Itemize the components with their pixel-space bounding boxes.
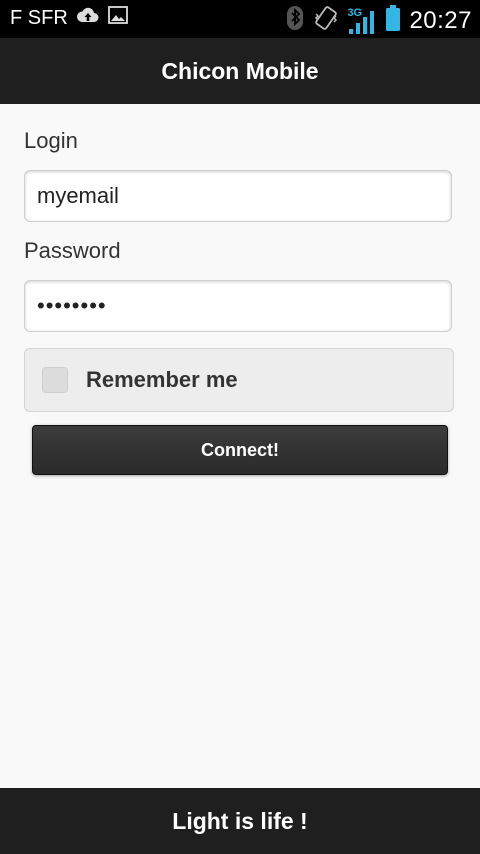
signal-icon: 3G bbox=[347, 7, 377, 35]
bluetooth-icon bbox=[285, 4, 305, 37]
battery-icon bbox=[385, 4, 401, 37]
status-right: 3G 20:27 bbox=[285, 4, 472, 37]
remember-me-label: Remember me bbox=[86, 367, 238, 392]
page-title: Chicon Mobile bbox=[161, 57, 319, 84]
app-footer: Light is life ! bbox=[0, 788, 480, 854]
checkbox-box[interactable] bbox=[42, 367, 68, 393]
password-input[interactable] bbox=[24, 280, 452, 332]
status-bar: F SFR 3G 20:27 bbox=[0, 0, 480, 38]
cloud-upload-icon bbox=[76, 6, 100, 30]
login-input[interactable] bbox=[24, 170, 452, 222]
status-left: F SFR bbox=[10, 6, 128, 30]
image-icon bbox=[107, 6, 128, 30]
login-form: Login Password Remember me Connect! bbox=[0, 104, 480, 788]
remember-me-checkbox[interactable]: Remember me bbox=[24, 348, 454, 412]
password-label: Password bbox=[24, 238, 121, 263]
app-header: Chicon Mobile bbox=[0, 38, 480, 104]
login-label: Login bbox=[24, 128, 78, 153]
clock: 20:27 bbox=[409, 6, 472, 34]
connect-button-label: Connect! bbox=[201, 439, 279, 460]
vibrate-icon bbox=[313, 4, 339, 37]
footer-text: Light is life ! bbox=[172, 807, 308, 834]
connect-button[interactable]: Connect! bbox=[32, 425, 448, 475]
carrier-label: F SFR bbox=[10, 6, 68, 29]
